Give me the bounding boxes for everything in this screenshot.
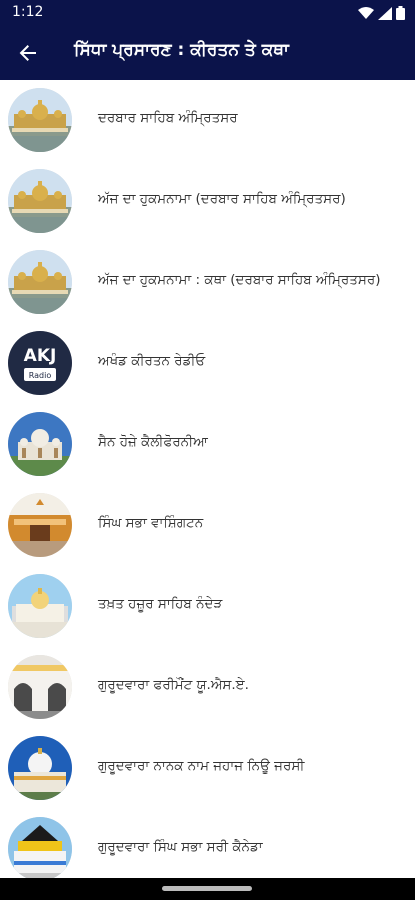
status-icons [358,6,405,20]
app-bar: ਸਿੱਧਾ ਪ੍ਰਸਾਰਣ : ਕੀਰਤਨ ਤੇ ਕਥਾ [0,26,415,80]
golden-temple-thumbnail [8,169,72,233]
page-title: ਸਿੱਧਾ ਪ੍ਰਸਾਰਣ : ਕੀਰਤਨ ਤੇ ਕਥਾ [74,40,289,60]
navigation-bar [0,878,415,900]
list-item[interactable]: ਅੱਜ ਦਾ ਹੁਕਮਨਾਮਾ (ਦਰਬਾਰ ਸਾਹਿਬ ਅੰਮ੍ਰਿਤਸਰ) [0,161,415,242]
item-label: ਗੁਰੂਦਵਾਰਾ ਨਾਨਕ ਨਾਮ ਜਹਾਜ ਨਿਊ ਜਰਸੀ [98,758,305,774]
golden-temple-thumbnail [8,88,72,152]
home-indicator[interactable] [162,886,252,891]
list-item[interactable]: ਅੱਜ ਦਾ ਹੁਕਮਨਾਮਾ : ਕਥਾ (ਦਰਬਾਰ ਸਾਹਿਬ ਅੰਮ੍ਰ… [0,242,415,323]
status-bar: 1:12 [0,0,415,26]
item-label: ਦਰਬਾਰ ਸਾਹਿਬ ਅੰਮ੍ਰਿਤਸਰ [98,110,238,126]
item-label: ਅਖੰਡ ਕੀਰਤਨ ਰੇਡੀਓ [98,353,206,369]
hazur-sahib-thumbnail [8,574,72,638]
station-list: ਦਰਬਾਰ ਸਾਹਿਬ ਅੰਮ੍ਰਿਤਸਰ ਅੱਜ ਦਾ ਹੁਕਮਨਾਮਾ (ਦ… [0,80,415,878]
akj-logo-subtext: Radio [29,371,52,380]
item-label: ਅੱਜ ਦਾ ਹੁਕਮਨਾਮਾ (ਦਰਬਾਰ ਸਾਹਿਬ ਅੰਮ੍ਰਿਤਸਰ) [98,191,346,207]
list-item[interactable]: ਤਖ਼ਤ ਹਜ਼ੂਰ ਸਾਹਿਬ ਨੰਦੇੜ [0,566,415,647]
back-button[interactable] [14,39,42,67]
list-item[interactable]: ਸਿੰਘ ਸਭਾ ਵਾਸ਼ਿੰਗਟਨ [0,485,415,566]
orange-building-thumbnail [8,493,72,557]
list-item[interactable]: ਗੁਰੂਦਵਾਰਾ ਨਾਨਕ ਨਾਮ ਜਹਾਜ ਨਿਊ ਜਰਸੀ [0,728,415,809]
list-item[interactable]: AKJ Radio ਅਖੰਡ ਕੀਰਤਨ ਰੇਡੀਓ [0,323,415,404]
list-item[interactable]: ਸੈਨ ਹੋਜ਼ੇ ਕੈਲੀਫੋਰਨੀਆ [0,404,415,485]
arches-thumbnail [8,655,72,719]
white-dome-thumbnail [8,412,72,476]
status-time: 1:12 [12,4,44,20]
dome-blue-thumbnail [8,736,72,800]
item-label: ਸਿੰਘ ਸਭਾ ਵਾਸ਼ਿੰਗਟਨ [98,515,204,531]
akj-logo-text: AKJ [24,346,57,366]
list-item[interactable]: ਗੁਰੂਦਵਾਰਾ ਸਿੰਘ ਸਭਾ ਸਰੀ ਕੈਨੇਡਾ [0,809,415,878]
wifi-icon [358,6,374,19]
golden-temple-thumbnail [8,250,72,314]
surrey-thumbnail [8,817,72,878]
item-label: ਗੁਰੂਦਵਾਰਾ ਫਰੀਮੌਂਟ ਯੂ.ਐਸ.ਏ. [98,677,249,693]
akj-radio-logo: AKJ Radio [8,331,72,395]
signal-icon [378,6,392,20]
list-item[interactable]: ਗੁਰੂਦਵਾਰਾ ਫਰੀਮੌਂਟ ਯੂ.ਐਸ.ਏ. [0,647,415,728]
item-label: ਸੈਨ ਹੋਜ਼ੇ ਕੈਲੀਫੋਰਨੀਆ [98,434,208,450]
arrow-left-icon [19,45,36,61]
battery-icon [396,6,405,20]
item-label: ਤਖ਼ਤ ਹਜ਼ੂਰ ਸਾਹਿਬ ਨੰਦੇੜ [98,596,223,612]
item-label: ਗੁਰੂਦਵਾਰਾ ਸਿੰਘ ਸਭਾ ਸਰੀ ਕੈਨੇਡਾ [98,839,263,855]
item-label: ਅੱਜ ਦਾ ਹੁਕਮਨਾਮਾ : ਕਥਾ (ਦਰਬਾਰ ਸਾਹਿਬ ਅੰਮ੍ਰ… [98,272,381,288]
list-item[interactable]: ਦਰਬਾਰ ਸਾਹਿਬ ਅੰਮ੍ਰਿਤਸਰ [0,80,415,161]
